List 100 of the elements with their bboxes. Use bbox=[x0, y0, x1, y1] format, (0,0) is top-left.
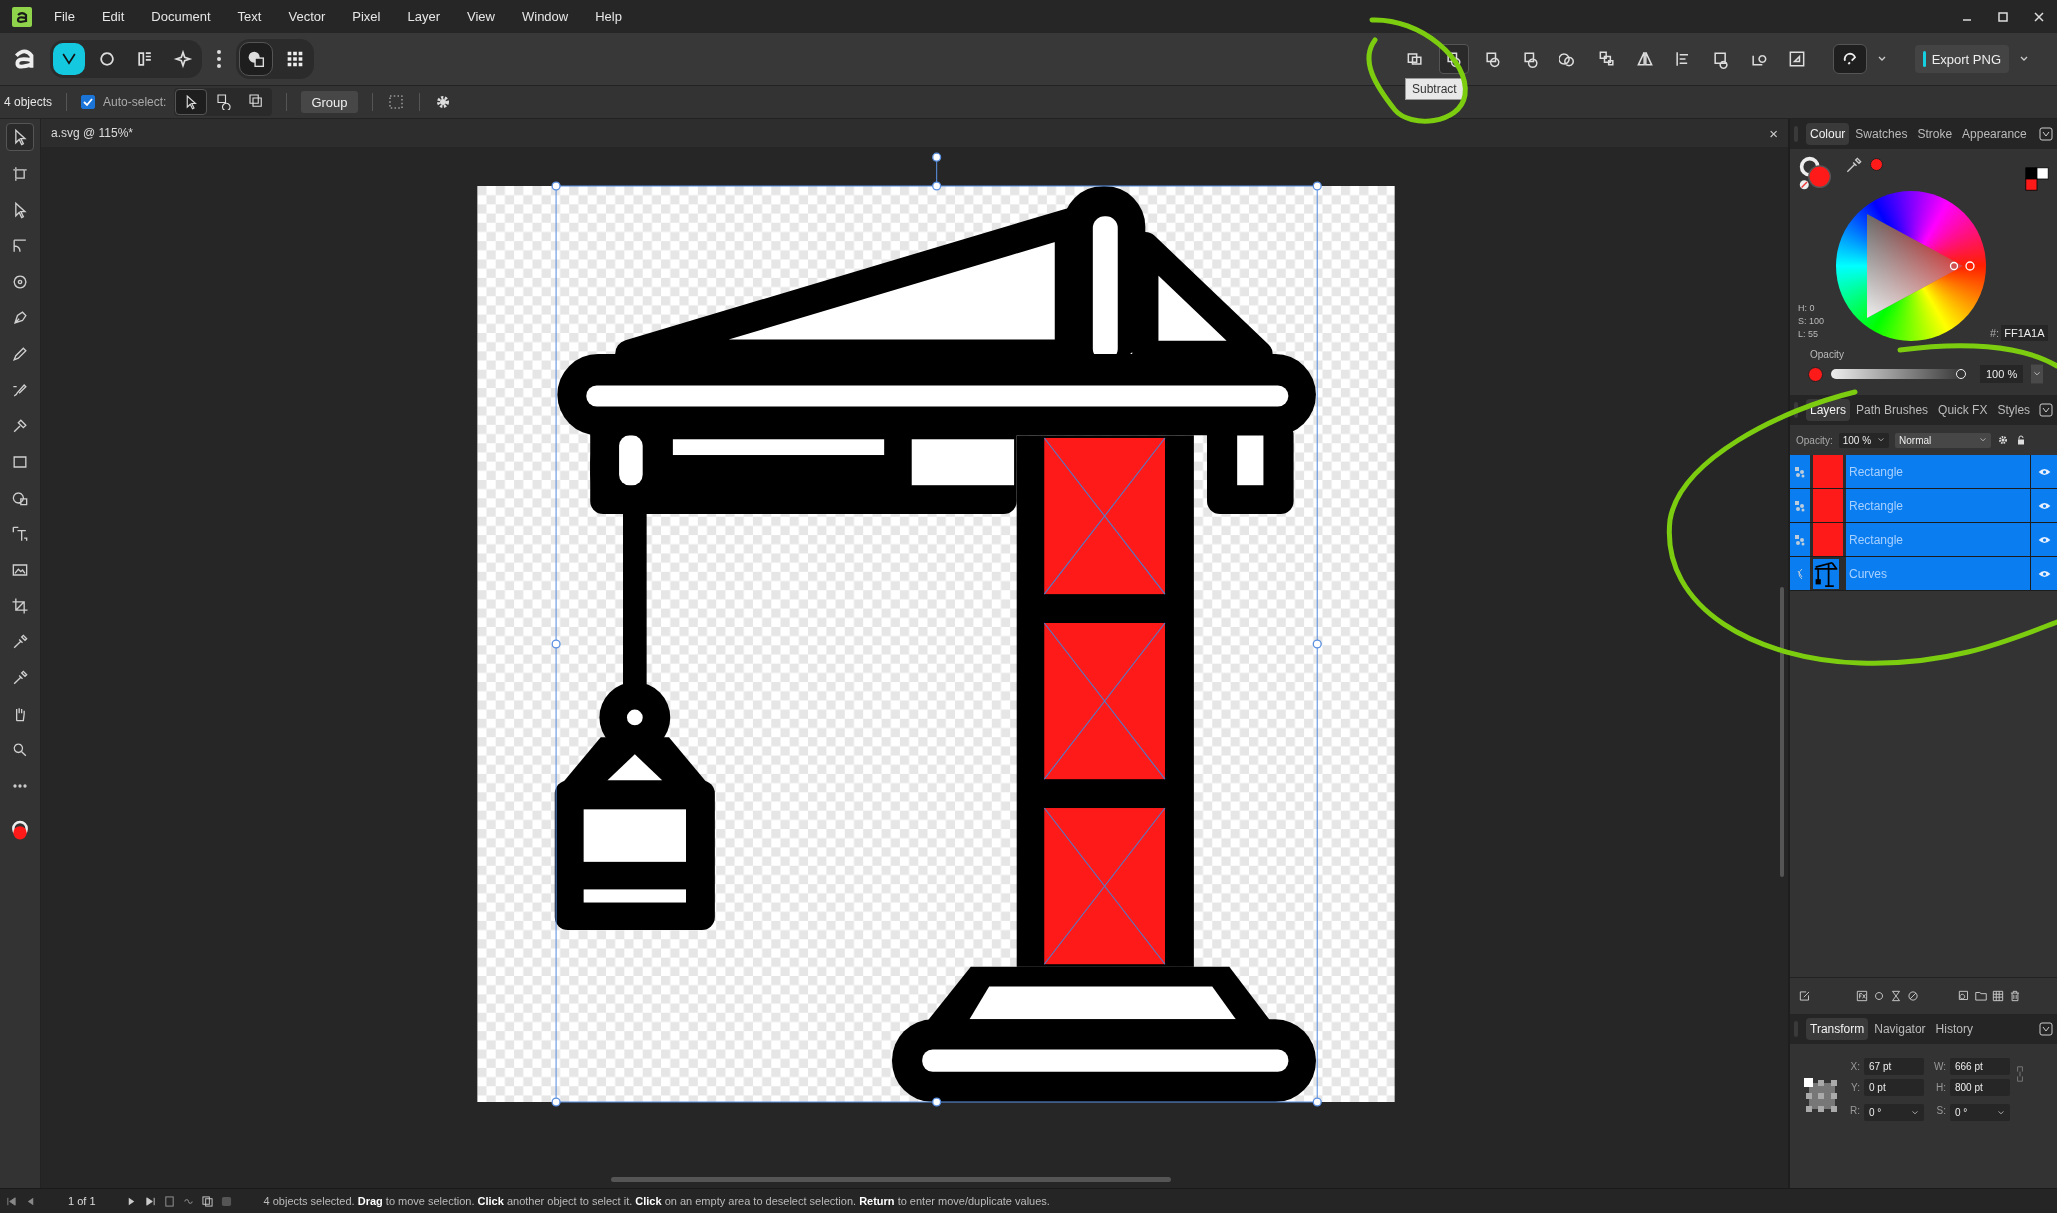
hsl-value: H: 0 bbox=[1798, 302, 1816, 315]
panel-tab[interactable]: Navigator bbox=[1870, 1018, 1930, 1040]
panel-tab[interactable]: Colour bbox=[1806, 123, 1850, 145]
menu-item[interactable]: View bbox=[467, 9, 495, 24]
group-button[interactable]: Group bbox=[301, 91, 358, 113]
menu-item[interactable]: Document bbox=[151, 9, 211, 24]
menu-item[interactable]: Help bbox=[595, 9, 622, 24]
layer-name: Rectangle bbox=[1846, 455, 2031, 488]
page-indicator: 1 of 1 bbox=[68, 1195, 96, 1207]
folder-icon[interactable] bbox=[1974, 989, 1988, 1003]
close-document-button[interactable]: × bbox=[1769, 124, 1778, 142]
opacity-field[interactable]: 100 % bbox=[1980, 365, 2024, 383]
tooltip: Subtract bbox=[1405, 78, 1464, 100]
caret-icon bbox=[1979, 436, 1988, 444]
hex-label: #: bbox=[1990, 327, 2000, 339]
field-label: S: bbox=[1935, 1105, 1946, 1116]
field-label: H: bbox=[1935, 1082, 1946, 1093]
copy-icon[interactable] bbox=[201, 1195, 213, 1207]
shape-layer-icon bbox=[1794, 533, 1806, 546]
close-icon[interactable] bbox=[2033, 10, 2045, 23]
trash-icon[interactable] bbox=[2008, 989, 2022, 1003]
colour-swatch-icon[interactable] bbox=[2025, 167, 2049, 191]
contrast-icon[interactable] bbox=[1906, 989, 1920, 1003]
menu-item[interactable]: Text bbox=[237, 9, 262, 24]
transform-field[interactable]: 0 ° bbox=[1864, 1104, 1924, 1121]
visibility-eye-icon[interactable] bbox=[2037, 569, 2051, 578]
link-icon[interactable] bbox=[2016, 1064, 2024, 1084]
first-page-icon[interactable] bbox=[6, 1195, 17, 1207]
export-button[interactable]: Export PNG bbox=[1914, 45, 2009, 73]
selection-grid-icon[interactable] bbox=[386, 93, 405, 111]
visibility-eye-icon[interactable] bbox=[2037, 535, 2051, 544]
menu-item[interactable]: Edit bbox=[101, 9, 125, 24]
fx-icon[interactable] bbox=[1855, 989, 1869, 1003]
field-label: R: bbox=[1849, 1105, 1860, 1116]
collapse-icon[interactable] bbox=[2039, 127, 2053, 141]
dropdown-icon[interactable] bbox=[2031, 364, 2044, 384]
checker-icon[interactable] bbox=[1991, 989, 2005, 1003]
text-frame-icon[interactable] bbox=[239, 42, 273, 76]
transform-field[interactable]: 67 pt bbox=[1864, 1058, 1924, 1075]
shape-layer-icon bbox=[1794, 465, 1806, 478]
panel-tab[interactable]: Path Brushes bbox=[1852, 399, 1933, 421]
adjustment-icon[interactable] bbox=[1889, 989, 1903, 1003]
opacity-colour-dot bbox=[1808, 366, 1823, 382]
settings-icon[interactable] bbox=[1997, 434, 2010, 446]
layer-opacity-dropdown[interactable]: 100 % bbox=[1838, 432, 1890, 448]
field-label: Y: bbox=[1850, 1082, 1860, 1093]
opacity-label: Opacity bbox=[1810, 349, 1845, 360]
hsl-value: S: 100 bbox=[1798, 315, 1826, 328]
panel-tab[interactable]: Swatches bbox=[1851, 123, 1912, 145]
menu-item[interactable]: Vector bbox=[288, 9, 326, 24]
page-icon[interactable] bbox=[163, 1195, 175, 1207]
pointer-icon[interactable] bbox=[175, 89, 208, 115]
field-label: X: bbox=[1849, 1061, 1860, 1072]
panel-tab[interactable]: Styles bbox=[1993, 399, 2035, 421]
hex-field[interactable]: FF1A1A bbox=[2001, 325, 2048, 341]
last-page-icon[interactable] bbox=[144, 1195, 156, 1207]
vector-persona-icon[interactable] bbox=[53, 43, 85, 75]
add-pixel-layer-icon[interactable] bbox=[1957, 989, 1971, 1003]
mask-icon[interactable] bbox=[1872, 989, 1886, 1003]
hsl-value: L: 55 bbox=[1798, 328, 1820, 341]
visibility-eye-icon[interactable] bbox=[2037, 501, 2051, 510]
menu-item[interactable]: Window bbox=[522, 9, 569, 24]
panel-tab[interactable]: History bbox=[1931, 1018, 1977, 1040]
snapping-button[interactable] bbox=[1832, 44, 1867, 74]
rectangle-thumbnail bbox=[1810, 455, 1846, 488]
menu-item[interactable]: Layer bbox=[407, 9, 441, 24]
more-options-icon[interactable] bbox=[216, 47, 222, 71]
move-tool-icon[interactable] bbox=[6, 123, 34, 151]
layer-name: Rectangle bbox=[1846, 489, 2031, 522]
auto-select-label: Auto-select: bbox=[103, 95, 167, 109]
field-label: W: bbox=[1932, 1061, 1946, 1072]
panel-tab[interactable]: Transform bbox=[1806, 1018, 1869, 1040]
transform-field[interactable]: 666 pt bbox=[1950, 1058, 2010, 1075]
collapse-icon[interactable] bbox=[2039, 1022, 2053, 1036]
auto-select-checkbox[interactable] bbox=[81, 95, 96, 109]
visibility-eye-icon[interactable] bbox=[2037, 467, 2051, 476]
document-tab[interactable]: a.svg @ 115%* bbox=[51, 126, 133, 140]
menu-item[interactable]: File bbox=[54, 9, 75, 24]
opacity-slider[interactable] bbox=[1831, 369, 1966, 379]
anchor-point-selector[interactable] bbox=[1804, 1078, 1840, 1114]
transform-field[interactable]: 800 pt bbox=[1950, 1079, 2010, 1096]
panel-tab[interactable]: Appearance bbox=[1958, 123, 2031, 145]
panel-tab[interactable]: Quick FX bbox=[1934, 399, 1992, 421]
crane-thumbnail bbox=[1810, 557, 1846, 590]
eyedropper-icon[interactable] bbox=[1844, 155, 1864, 175]
layer-name: Curves bbox=[1846, 557, 2031, 590]
panel-tab[interactable]: Stroke bbox=[1913, 123, 1957, 145]
collapse-icon[interactable] bbox=[2039, 403, 2053, 417]
menu-item[interactable]: Pixel bbox=[352, 9, 381, 24]
status-message: 4 objects selected. Drag to move selection. Click another object to select it. Click on an empty area to deselect selection. Return to enter move/duplicate values. bbox=[263, 1195, 1050, 1207]
blend-mode-dropdown[interactable]: Normal bbox=[1895, 432, 1992, 448]
maximize-icon[interactable] bbox=[1997, 10, 2009, 23]
transform-field[interactable]: 0 pt bbox=[1864, 1079, 1924, 1096]
edit-layer-icon[interactable] bbox=[1798, 989, 1812, 1003]
slider-thumb[interactable] bbox=[1956, 369, 1966, 379]
rectangle-thumbnail bbox=[1810, 489, 1846, 522]
caret-icon bbox=[1911, 1108, 1919, 1117]
transform-field[interactable]: 0 ° bbox=[1950, 1104, 2010, 1121]
previous-page-icon[interactable] bbox=[25, 1195, 36, 1207]
fill-stroke-icon[interactable] bbox=[1798, 155, 1834, 191]
